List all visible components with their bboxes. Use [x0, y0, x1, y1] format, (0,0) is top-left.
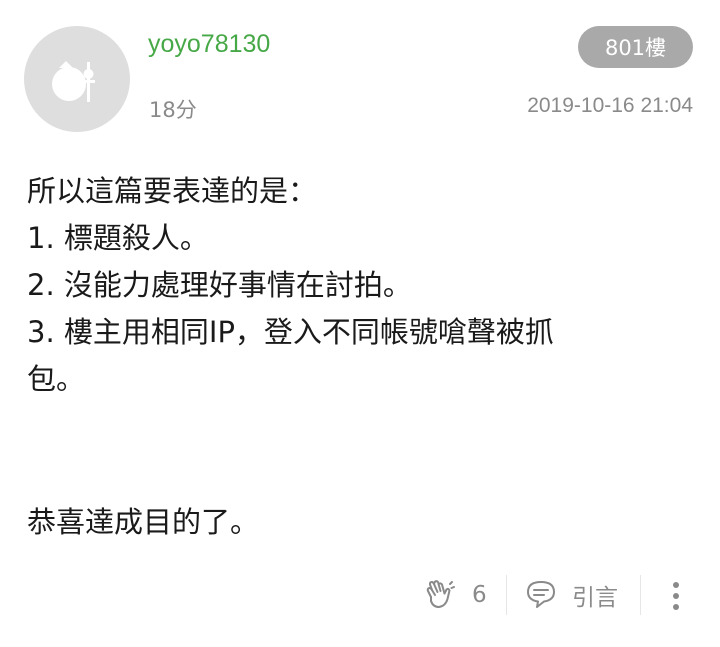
clap-hands-icon — [426, 580, 455, 608]
action-bar: 6 引言 — [0, 570, 720, 622]
more-options-button[interactable] — [664, 576, 688, 616]
elapsed-time: 18分 — [149, 98, 197, 122]
speech-bubble-icon — [527, 581, 555, 608]
action-divider — [506, 575, 507, 615]
post-datetime: 2019-10-16 21:04 — [527, 94, 693, 117]
content-line: 所以這篇要表達的是： — [27, 174, 318, 208]
content-line: 1. 標題殺人。 — [27, 221, 209, 255]
content-line: 2. 沒能力處理好事情在討拍。 — [27, 268, 412, 302]
quote-button[interactable]: 引言 — [524, 578, 618, 612]
default-avatar-icon — [52, 61, 95, 102]
quote-label: 引言 — [572, 585, 618, 611]
content-line: 3. 樓主用相同IP，登入不同帳號嗆聲被抓 — [27, 315, 554, 349]
floor-badge: 801樓 — [578, 26, 693, 68]
user-avatar[interactable] — [24, 26, 130, 132]
content-closing: 恭喜達成目的了。 — [27, 505, 260, 539]
like-button[interactable]: 6 — [422, 578, 487, 612]
like-count: 6 — [472, 582, 487, 608]
post-content: 所以這篇要表達的是： 1. 標題殺人。 2. 沒能力處理好事情在討拍。 3. 樓… — [27, 168, 677, 546]
more-vertical-icon — [673, 582, 679, 610]
content-line: 包。 — [27, 362, 86, 396]
username-link[interactable]: yoyo78130 — [148, 30, 270, 59]
action-divider — [640, 575, 641, 615]
